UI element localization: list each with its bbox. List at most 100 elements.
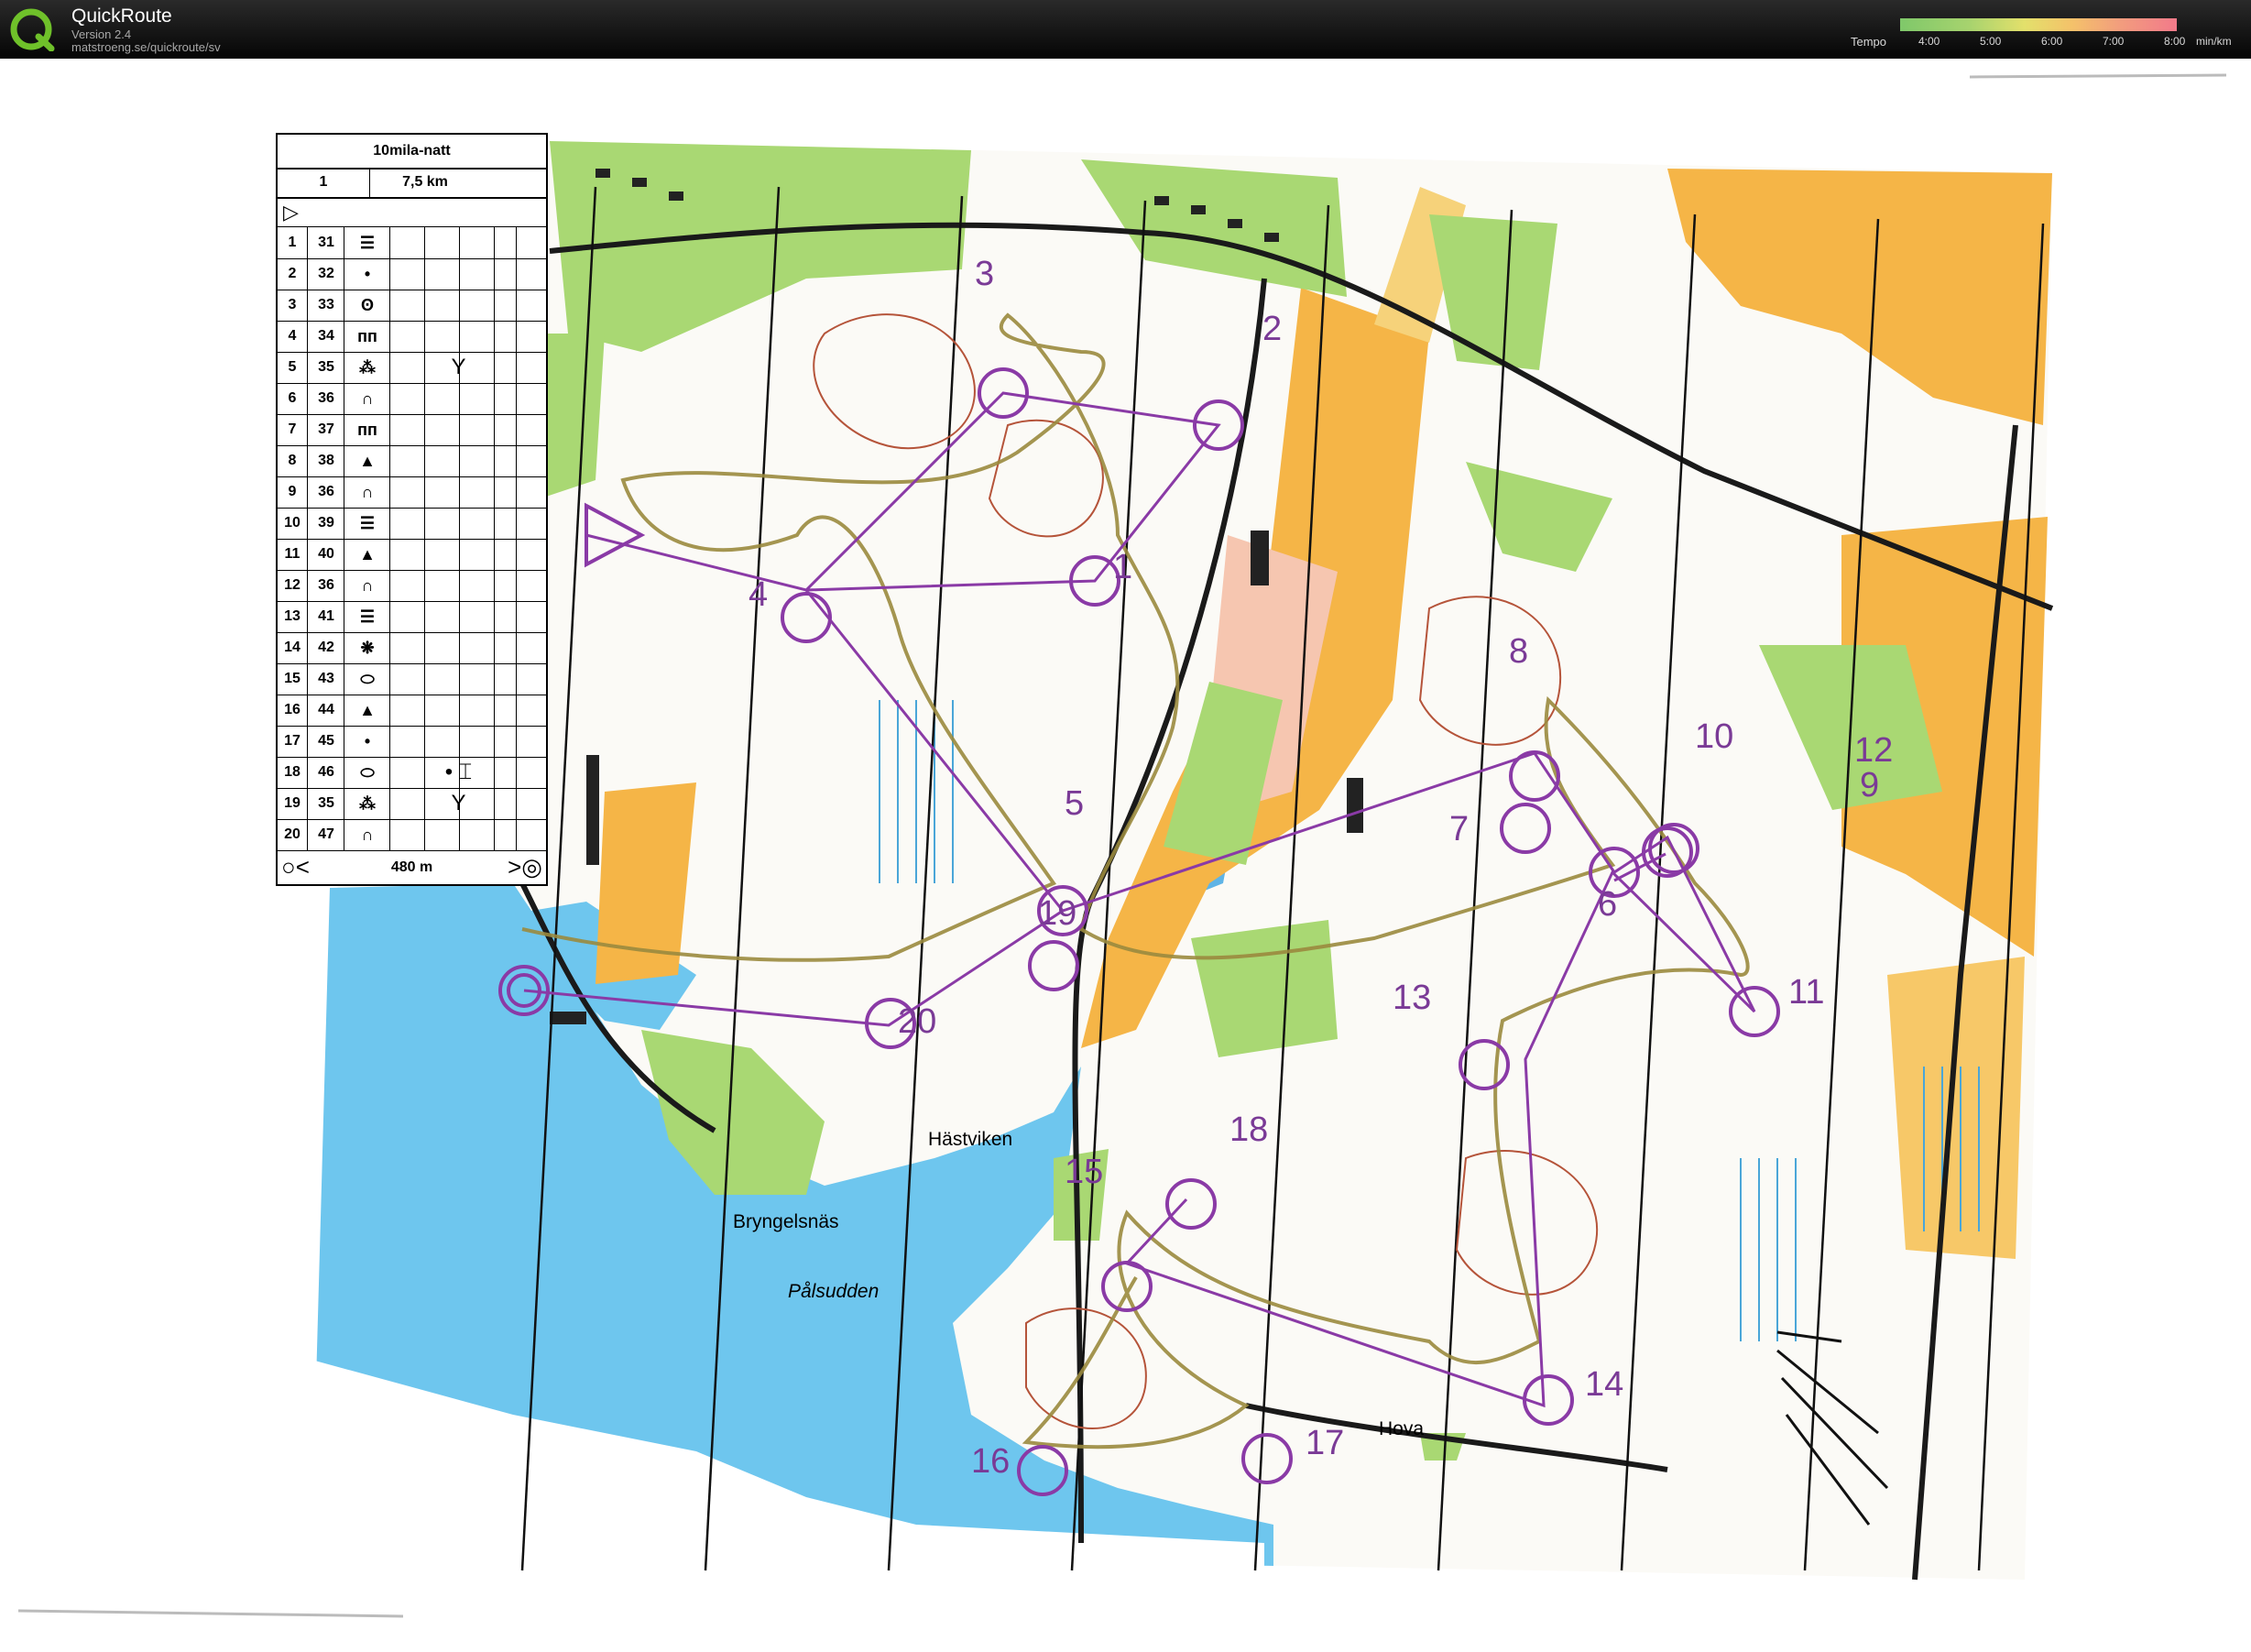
- grid-divider: [494, 757, 495, 788]
- grid-divider: [516, 570, 517, 601]
- grid-divider: [516, 632, 517, 663]
- grid-divider: [494, 726, 495, 757]
- paper-edge: [1969, 73, 2227, 79]
- grid-divider: [389, 819, 390, 850]
- grid-divider: [494, 788, 495, 819]
- grid-divider: [424, 695, 425, 726]
- feature-symbol-icon: ❋: [344, 632, 390, 663]
- grid-divider: [494, 290, 495, 321]
- feature-symbol-icon: ⁂: [344, 352, 390, 383]
- control-row: 16 44 ▲: [278, 695, 546, 727]
- app-header: QuickRoute Version 2.4 matstroeng.se/qui…: [0, 0, 2251, 59]
- grid-divider: [494, 321, 495, 352]
- grid-divider: [389, 726, 390, 757]
- control-row: 5 35 ⁂ Y: [278, 352, 546, 384]
- app-url[interactable]: matstroeng.se/quickroute/sv: [71, 40, 221, 54]
- grid-divider: [459, 508, 460, 539]
- feature-symbol-icon: ☰: [344, 601, 390, 632]
- control-number-16: 16: [971, 1442, 1011, 1481]
- control-order-number: 20: [284, 826, 300, 842]
- control-order-number: 12: [284, 577, 300, 593]
- course-title: 10mila-natt: [278, 135, 546, 170]
- tempo-color-scale: [1900, 18, 2177, 31]
- control-code: 44: [307, 695, 344, 726]
- control-row: 1 31 ☰: [278, 227, 546, 259]
- control-order-number: 1: [288, 235, 297, 250]
- grid-divider: [459, 757, 460, 788]
- grid-divider: [516, 383, 517, 414]
- start-symbol-icon: ▷: [283, 201, 299, 224]
- control-number-17: 17: [1306, 1424, 1345, 1462]
- grid-divider: [389, 414, 390, 445]
- place-label-bryngelsnas: Bryngelsnäs: [733, 1211, 839, 1232]
- grid-divider: [516, 757, 517, 788]
- control-code: 41: [307, 601, 344, 632]
- control-row: 10 39 ☰: [278, 508, 546, 540]
- control-code: 40: [307, 539, 344, 570]
- grid-divider: [494, 227, 495, 258]
- grid-divider: [459, 726, 460, 757]
- grid-divider: [494, 414, 495, 445]
- grid-divider: [459, 476, 460, 508]
- control-code: 35: [307, 352, 344, 383]
- control-number-2: 2: [1262, 310, 1283, 348]
- tempo-tick: 6:00: [2041, 35, 2063, 48]
- grid-divider: [424, 788, 425, 819]
- control-number-3: 3: [975, 255, 995, 293]
- control-number-14: 14: [1585, 1365, 1624, 1404]
- feature-symbol-icon: ☰: [344, 508, 390, 539]
- grid-divider: [389, 695, 390, 726]
- control-number-11: 11: [1788, 973, 1825, 1012]
- grid-divider: [424, 290, 425, 321]
- grid-divider: [516, 508, 517, 539]
- grid-divider: [516, 321, 517, 352]
- grid-divider: [459, 290, 460, 321]
- control-number-9: 9: [1860, 766, 1880, 804]
- control-description-sheet: 10mila-natt 1 7,5 km ▷ 1 31 ☰ 2 32 • 3 33 ʘ 4 34 ᴨᴨ…: [276, 133, 548, 886]
- feature-symbol-icon: ᴨᴨ: [344, 321, 390, 352]
- grid-divider: [516, 258, 517, 290]
- grid-divider: [424, 227, 425, 258]
- control-order-number: 6: [288, 390, 297, 406]
- grid-divider: [424, 726, 425, 757]
- feature-symbol-icon: ▲: [344, 445, 390, 476]
- app-version: Version 2.4: [71, 27, 132, 41]
- grid-divider: [494, 601, 495, 632]
- control-row: 19 35 ⁂ Y: [278, 788, 546, 820]
- feature-symbol-icon: •: [344, 258, 390, 290]
- grid-divider: [424, 321, 425, 352]
- finish-distance: 480 m: [390, 859, 433, 875]
- grid-divider: [494, 819, 495, 850]
- control-order-number: 8: [288, 453, 297, 468]
- control-code: 36: [307, 476, 344, 508]
- grid-divider: [459, 663, 460, 695]
- feature-symbol-icon: ⁂: [344, 788, 390, 819]
- finish-left-icon: ○<: [281, 853, 310, 881]
- control-code: 38: [307, 445, 344, 476]
- grid-divider: [424, 258, 425, 290]
- control-row: 8 38 ▲: [278, 445, 546, 477]
- grid-divider: [494, 476, 495, 508]
- tempo-unit: min/km: [2196, 35, 2232, 48]
- control-code: 39: [307, 508, 344, 539]
- grid-divider: [424, 445, 425, 476]
- control-row: 9 36 ∩: [278, 476, 546, 509]
- control-row: 20 47 ∩: [278, 819, 546, 851]
- control-order-number: 13: [284, 608, 300, 624]
- control-number-18: 18: [1229, 1110, 1269, 1149]
- grid-divider: [459, 258, 460, 290]
- grid-divider: [424, 352, 425, 383]
- grid-divider: [424, 414, 425, 445]
- grid-divider: [424, 383, 425, 414]
- control-number-6: 6: [1598, 885, 1618, 924]
- grid-divider: [389, 383, 390, 414]
- control-code: 36: [307, 570, 344, 601]
- control-row: 14 42 ❋: [278, 632, 546, 664]
- grid-divider: [389, 258, 390, 290]
- grid-divider: [516, 290, 517, 321]
- grid-divider: [389, 788, 390, 819]
- control-number-13: 13: [1393, 979, 1432, 1017]
- feature-symbol-icon: ᴨᴨ: [344, 414, 390, 445]
- control-row: 12 36 ∩: [278, 570, 546, 602]
- control-number-4: 4: [749, 575, 769, 614]
